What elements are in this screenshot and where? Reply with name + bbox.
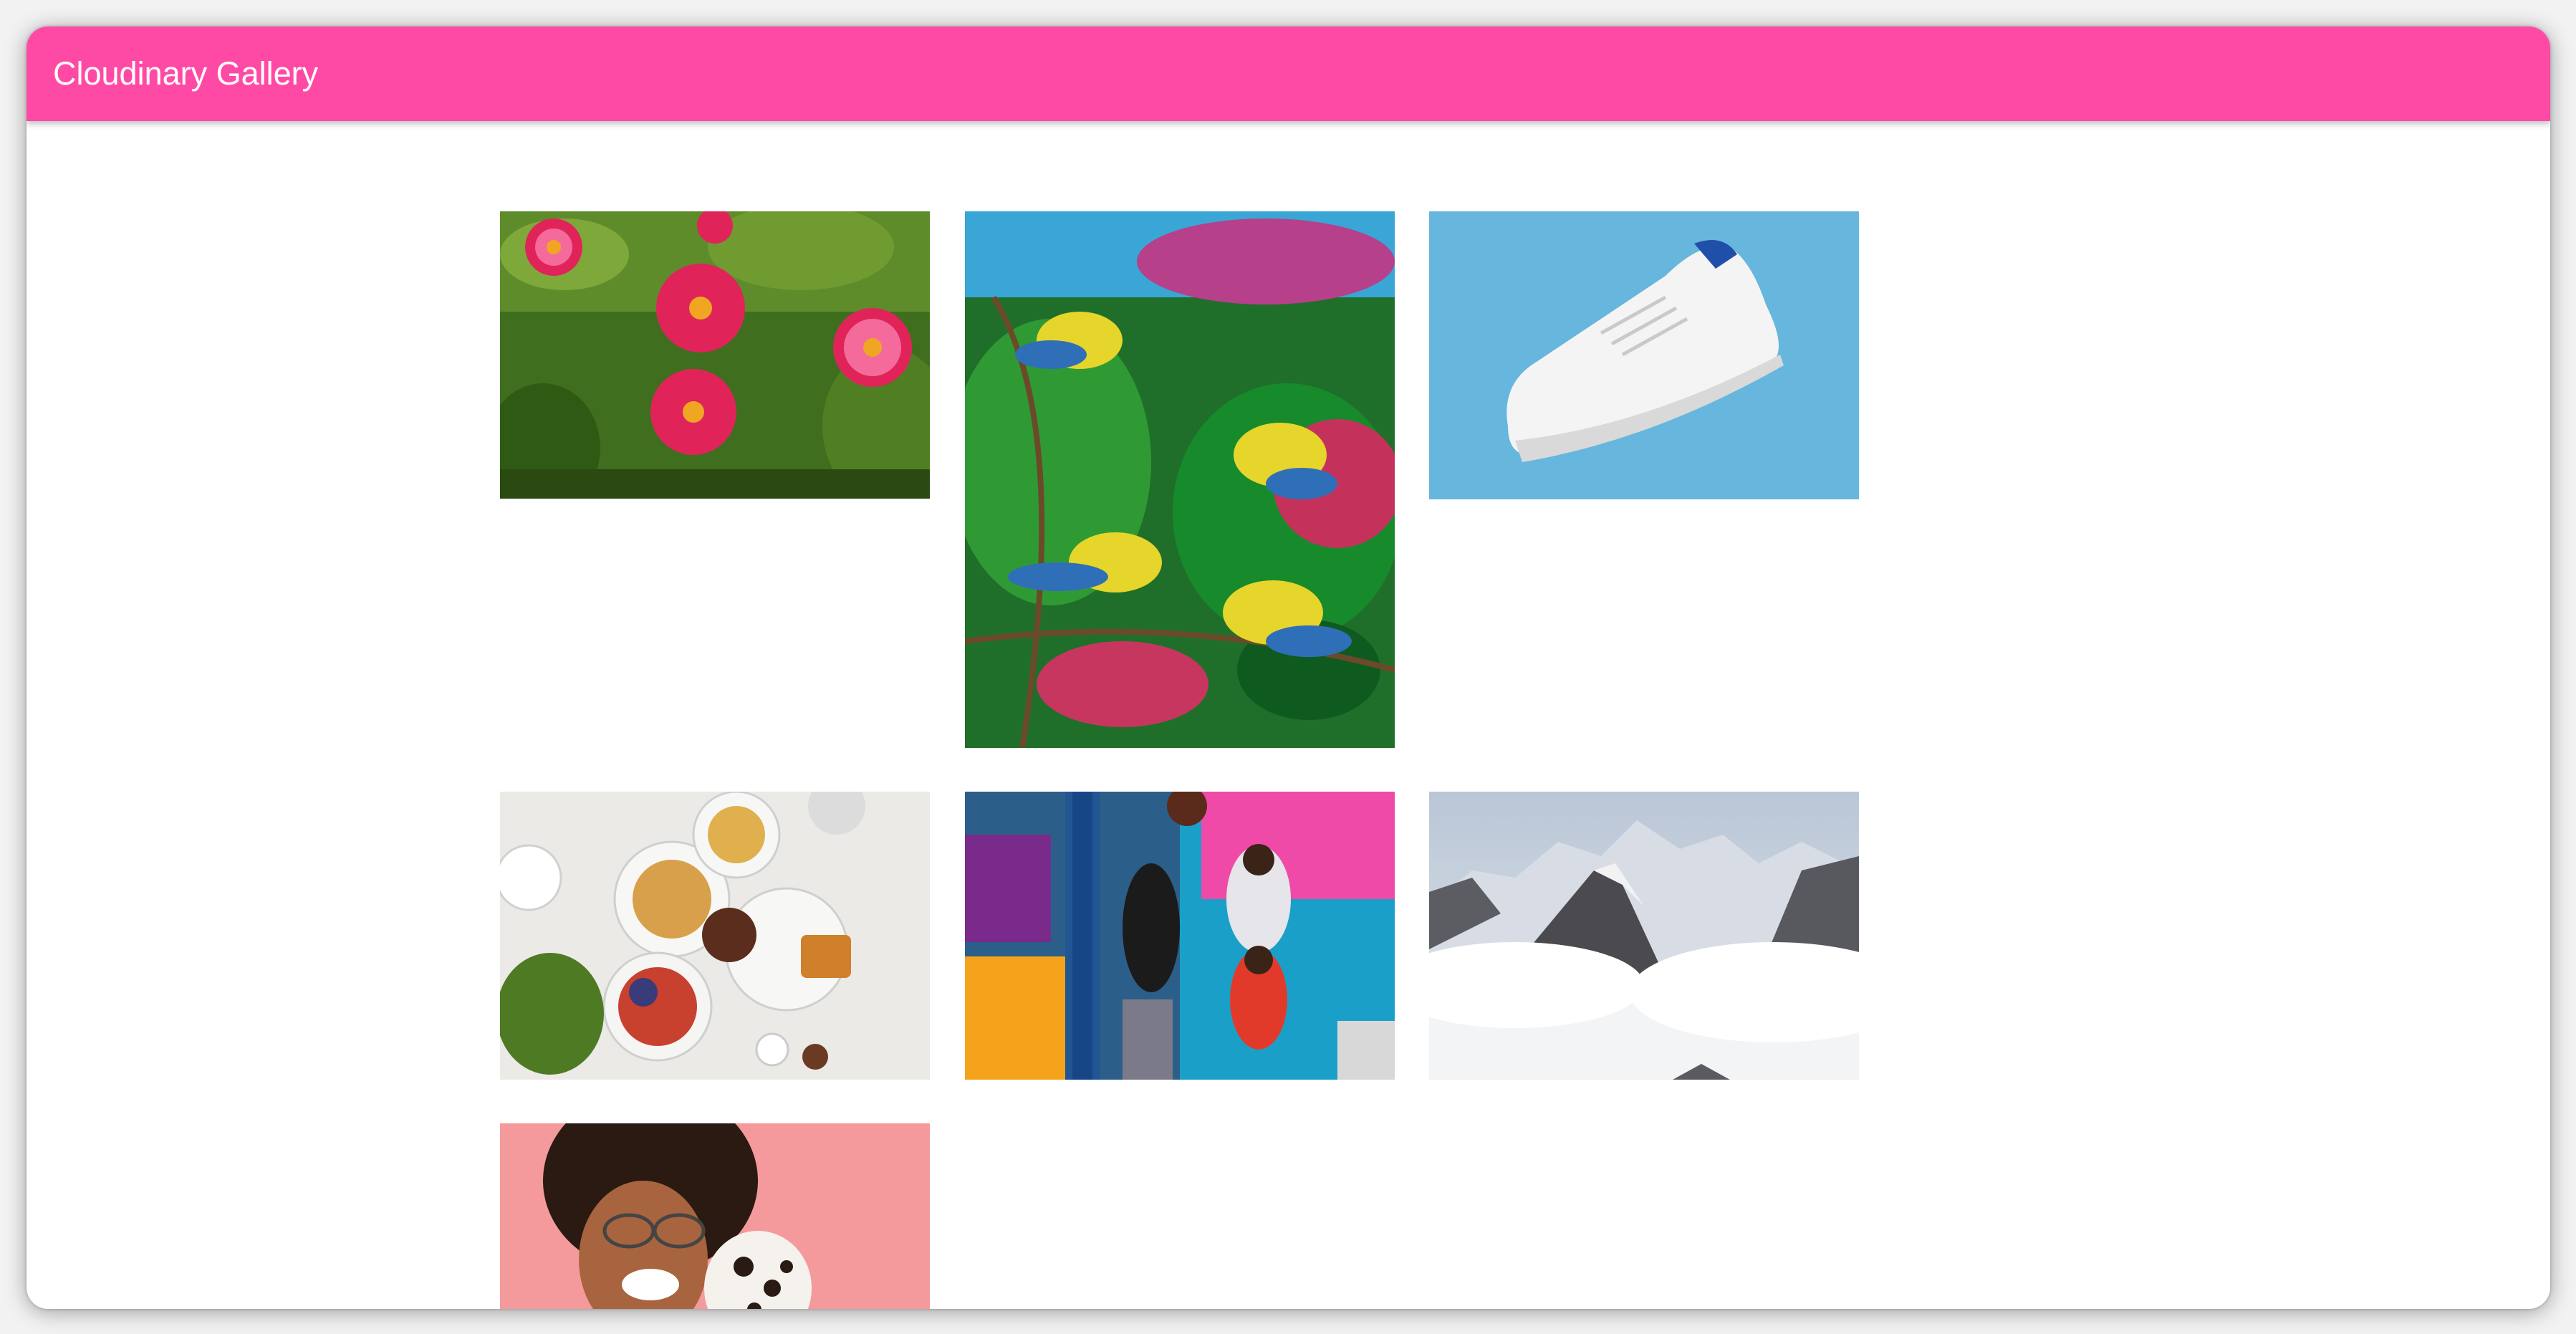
gallery-image-basketball[interactable] bbox=[965, 792, 1395, 1080]
gallery-image-mountains[interactable] bbox=[1429, 792, 1859, 1080]
flowers-photo bbox=[500, 211, 930, 499]
sneaker-photo bbox=[1429, 211, 1859, 499]
breakfast-photo bbox=[500, 792, 930, 1080]
app-bar: Cloudinary Gallery bbox=[27, 27, 2550, 121]
app-title: Cloudinary Gallery bbox=[53, 55, 319, 92]
mountains-photo bbox=[1429, 792, 1859, 1080]
gallery-image-flowers[interactable] bbox=[500, 211, 930, 499]
portrait-photo bbox=[500, 1123, 930, 1309]
gallery-image-breakfast[interactable] bbox=[500, 792, 930, 1080]
gallery-image-sneaker[interactable] bbox=[1429, 211, 1859, 499]
birds-photo bbox=[965, 211, 1395, 748]
image-gallery bbox=[27, 27, 2550, 1309]
app-window: Cloudinary Gallery bbox=[27, 27, 2550, 1309]
gallery-image-portrait[interactable] bbox=[500, 1123, 930, 1309]
basketball-photo bbox=[965, 792, 1395, 1080]
gallery-image-birds[interactable] bbox=[965, 211, 1395, 748]
